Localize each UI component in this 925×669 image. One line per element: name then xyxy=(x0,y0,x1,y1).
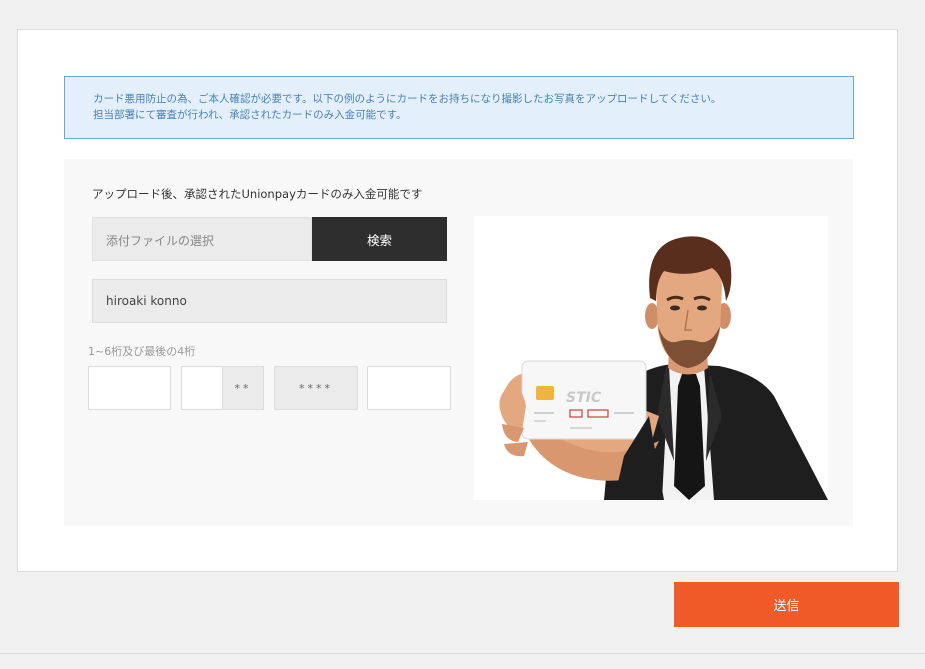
footer-divider xyxy=(0,653,925,654)
card-brand-text: STIC xyxy=(566,390,602,406)
card-digits-first-input[interactable] xyxy=(88,366,171,410)
upload-title: アップロード後、承認されたUnionpayカードのみ入金可能です xyxy=(92,187,423,201)
notice-line-1: カード悪用防止の為、ご本人確認が必要です。以下の例のようにカードをお持ちになり撮… xyxy=(93,93,722,105)
card-digits-label: 1~6桁及び最後の4桁 xyxy=(88,345,196,358)
upload-panel: アップロード後、承認されたUnionpayカードのみ入金可能です 添付ファイルの… xyxy=(64,159,853,526)
submit-button[interactable]: 送信 xyxy=(674,582,899,627)
man-holding-card-illustration: STIC xyxy=(474,216,828,500)
browse-button[interactable]: 検索 xyxy=(312,217,447,261)
card-digits-masked-short: ** xyxy=(223,366,264,410)
verification-notice: カード悪用防止の為、ご本人確認が必要です。以下の例のようにカードをお持ちになり撮… xyxy=(64,76,854,139)
file-select-input[interactable]: 添付ファイルの選択 xyxy=(92,217,312,261)
cardholder-name-field[interactable]: hiroaki konno xyxy=(92,279,447,323)
notice-line-2: 担当部署にて審査が行われ、承認されたカードのみ入金可能です。 xyxy=(93,109,407,121)
card-digits-second-input[interactable] xyxy=(181,366,223,410)
card-digits-last-input[interactable] xyxy=(367,366,451,410)
card-digits-masked-long: **** xyxy=(274,366,358,410)
main-card: カード悪用防止の為、ご本人確認が必要です。以下の例のようにカードをお持ちになり撮… xyxy=(17,29,898,572)
